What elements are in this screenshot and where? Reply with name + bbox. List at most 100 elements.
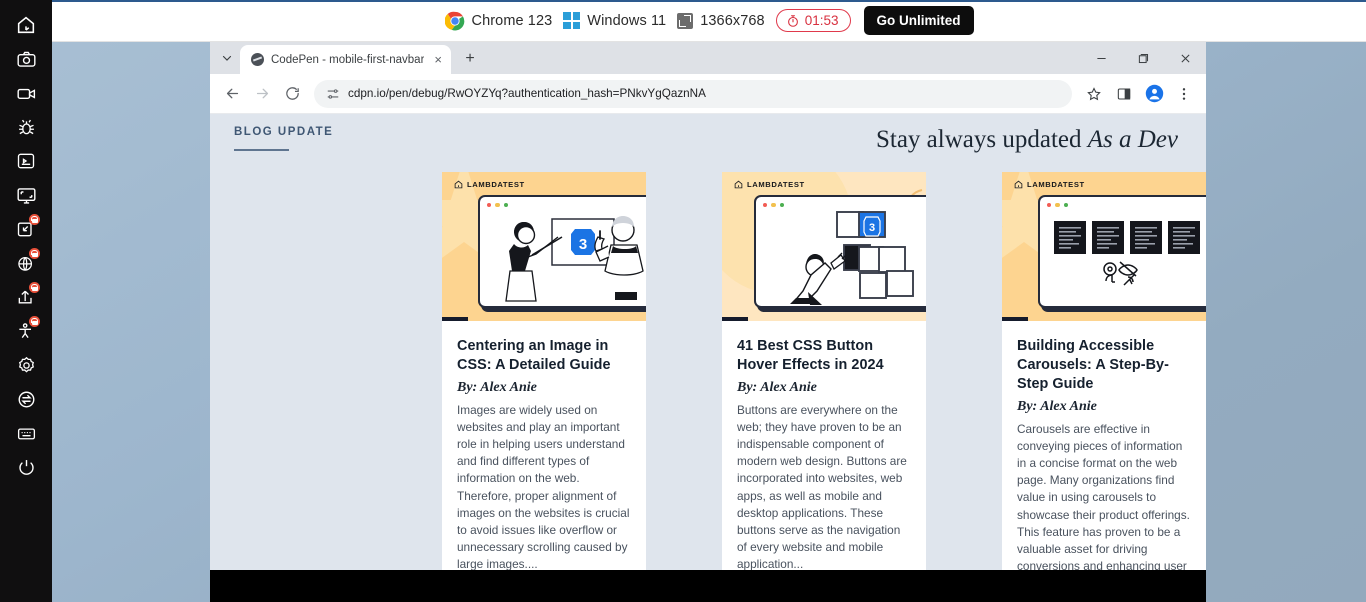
upload-locked-icon[interactable]	[0, 280, 52, 314]
brand-label: LAMBDATEST	[747, 180, 805, 189]
illustration-browser-frame: 3	[754, 195, 926, 308]
window-close-button[interactable]	[1164, 42, 1206, 74]
lock-badge-icon	[29, 316, 40, 327]
lambdatest-toolbar-rail	[0, 0, 52, 602]
bookmark-star-icon[interactable]	[1080, 80, 1108, 108]
chrome-browser-window: CodePen - mobile-first-navbar × + cdpn.i…	[210, 42, 1206, 570]
card-title: Building Accessible Carousels: A Step-By…	[1017, 338, 1169, 393]
back-arrow-icon[interactable]	[218, 80, 246, 108]
blog-card[interactable]: LAMBDATEST Building Accessible Carousels…	[1002, 172, 1206, 570]
viewport-letterbox-bar	[210, 570, 1206, 602]
tab-title: CodePen - mobile-first-navbar	[271, 53, 425, 66]
card-byline: By: Alex Anie	[1017, 399, 1097, 415]
power-stop-icon[interactable]	[0, 450, 52, 484]
resolution-label: 1366x768	[700, 12, 765, 29]
tagline-italic: As a Dev	[1087, 126, 1178, 153]
tab-favicon-icon	[251, 53, 264, 66]
omnibox-toolbar: cdpn.io/pen/debug/RwOYZYq?authentication…	[210, 74, 1206, 114]
bug-icon[interactable]	[0, 110, 52, 144]
card-excerpt: Carousels are effective in conveying pie…	[1017, 422, 1190, 570]
window-dots-icon	[1047, 203, 1069, 208]
lambdatest-brand: LAMBDATEST	[734, 180, 805, 189]
page-header: BLOG UPDATE Stay always updated As a Dev	[210, 114, 1206, 154]
tab-search-chevron-icon[interactable]	[214, 45, 240, 71]
resolution-icon	[677, 12, 694, 29]
window-dots-icon	[763, 203, 785, 208]
brand-label: LAMBDATEST	[1027, 180, 1085, 189]
window-controls	[1080, 42, 1206, 74]
blog-card[interactable]: LAMBDATEST 3	[442, 172, 646, 570]
card-byline: By: Alex Anie	[737, 380, 817, 396]
chrome-icon	[444, 11, 464, 30]
lock-badge-icon	[29, 214, 40, 225]
blog-card[interactable]: LAMBDATEST 3	[722, 172, 926, 570]
profile-avatar[interactable]	[1140, 80, 1168, 108]
chrome-menu-icon[interactable]	[1170, 80, 1198, 108]
page-viewport: BLOG UPDATE Stay always updated As a Dev…	[210, 114, 1206, 570]
geolocation-locked-icon[interactable]	[0, 212, 52, 246]
accessibility-icons	[1103, 261, 1138, 286]
carousel-slides-illustration	[1054, 221, 1200, 286]
windows-icon	[563, 12, 581, 29]
window-maximize-button[interactable]	[1122, 42, 1164, 74]
settings-gear-icon[interactable]	[0, 348, 52, 382]
card-title: Centering an Image in CSS: A Detailed Gu…	[457, 338, 611, 374]
lambdatest-brand: LAMBDATEST	[454, 180, 525, 189]
lock-badge-icon	[29, 248, 40, 259]
brand-label: LAMBDATEST	[467, 180, 525, 189]
button-squares-illustration: 3	[790, 211, 914, 305]
favorite-heart-icon[interactable]	[1002, 317, 1028, 321]
lambdatest-brand: LAMBDATEST	[1014, 180, 1085, 189]
favorite-heart-icon[interactable]	[442, 317, 468, 321]
url-text: cdpn.io/pen/debug/RwOYZYq?authentication…	[348, 87, 706, 100]
page-eyebrow: BLOG UPDATE	[234, 126, 333, 151]
svg-text:3: 3	[579, 236, 587, 253]
page-tagline: Stay always updated As a Dev	[876, 126, 1178, 154]
lock-badge-icon	[29, 282, 40, 293]
new-tab-button[interactable]: +	[457, 46, 483, 72]
window-minimize-button[interactable]	[1080, 42, 1122, 74]
lambdatest-logo-icon[interactable]	[0, 8, 52, 42]
card-thumbnail: LAMBDATEST	[1002, 172, 1206, 321]
keyboard-icon[interactable]	[0, 416, 52, 450]
network-throttling-locked-icon[interactable]	[0, 246, 52, 280]
card-title: 41 Best CSS Button Hover Effects in 2024	[737, 338, 884, 374]
svg-text:3: 3	[869, 222, 875, 234]
side-panel-icon[interactable]	[1110, 80, 1138, 108]
browser-tab[interactable]: CodePen - mobile-first-navbar ×	[240, 45, 451, 74]
address-bar[interactable]: cdpn.io/pen/debug/RwOYZYq?authentication…	[314, 79, 1072, 108]
tagline-plain: Stay always updated	[875, 126, 1088, 153]
site-settings-icon	[327, 88, 339, 99]
go-unlimited-button[interactable]: Go Unlimited	[863, 6, 974, 35]
screenshot-camera-icon[interactable]	[0, 42, 52, 76]
illustration-browser-frame	[1038, 195, 1206, 308]
screen-resolution-icon[interactable]	[0, 178, 52, 212]
card-thumbnail: LAMBDATEST 3	[722, 172, 926, 321]
os-label: Windows 11	[587, 12, 667, 29]
illustration-browser-frame: 3	[478, 195, 646, 308]
forward-arrow-icon[interactable]	[248, 80, 276, 108]
browser-label: Chrome 123	[471, 12, 553, 29]
reload-icon[interactable]	[278, 80, 306, 108]
card-body: Building Accessible Carousels: A Step-By…	[1002, 321, 1206, 570]
card-body: 41 Best CSS Button Hover Effects in 2024…	[722, 321, 926, 570]
card-thumbnail: LAMBDATEST 3	[442, 172, 646, 321]
window-dots-icon	[487, 203, 509, 208]
issue-tracker-icon[interactable]	[0, 144, 52, 178]
resolution-selector[interactable]: 1366x768	[677, 12, 765, 29]
video-recorder-icon[interactable]	[0, 76, 52, 110]
card-excerpt: Images are widely used on websites and p…	[457, 403, 630, 570]
tab-strip: CodePen - mobile-first-navbar × +	[210, 42, 1206, 74]
card-body: Centering an Image in CSS: A Detailed Gu…	[442, 321, 646, 570]
timer-value: 01:53	[804, 13, 839, 28]
switch-session-icon[interactable]	[0, 382, 52, 416]
os-selector[interactable]: Windows 11	[563, 12, 666, 29]
favorite-heart-icon[interactable]	[722, 317, 748, 321]
tab-close-icon[interactable]: ×	[434, 53, 442, 66]
browser-selector[interactable]: Chrome 123	[444, 11, 553, 31]
card-excerpt: Buttons are everywhere on the web; they …	[737, 403, 907, 570]
blog-card-grid: LAMBDATEST 3 Centering an Image in CSS: …	[210, 154, 1206, 570]
accessibility-locked-icon[interactable]	[0, 314, 52, 348]
session-timer[interactable]: 01:53	[775, 9, 851, 32]
card-byline: By: Alex Anie	[457, 380, 537, 396]
